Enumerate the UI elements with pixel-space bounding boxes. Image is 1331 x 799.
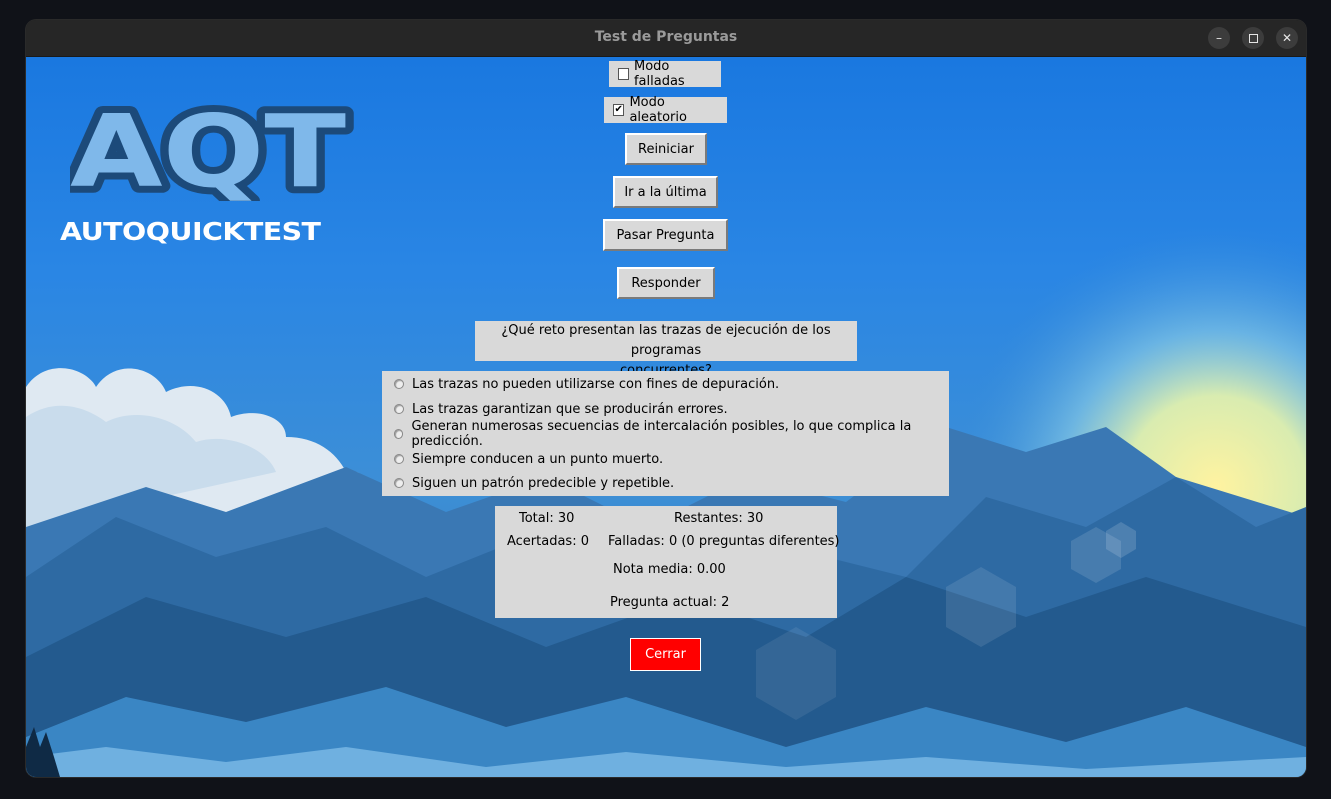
aqt-logo: AQT AQT [70, 101, 353, 201]
responder-button[interactable]: Responder [617, 267, 715, 299]
autoquicktest-wordmark: AUTOQUICKTEST [60, 217, 321, 246]
modo-falladas-label: Modo falladas [633, 59, 685, 89]
app-window: Test de Preguntas – ✕ AQT AQT AUTOQUICKT… [26, 20, 1306, 777]
pasar-pregunta-button[interactable]: Pasar Pregunta [603, 219, 728, 251]
checkbox-checked-icon: ✔ [613, 104, 625, 116]
stat-restantes: Restantes: 30 [674, 511, 764, 526]
main-content: AQT AQT AUTOQUICKTEST Modo falladas ✔ Mo… [26, 57, 1306, 777]
question-line-1: ¿Qué reto presentan las trazas de ejecuc… [501, 323, 831, 358]
question-text: ¿Qué reto presentan las trazas de ejecuc… [475, 321, 857, 378]
radio-icon [394, 379, 404, 389]
reiniciar-button[interactable]: Reiniciar [625, 133, 707, 165]
stat-acertadas: Acertadas: 0 [507, 534, 589, 549]
modo-aleatorio-checkbox[interactable]: ✔ Modo aleatorio [604, 95, 727, 125]
radio-icon [394, 429, 404, 439]
stat-falladas: Falladas: 0 (0 preguntas diferentes) [608, 534, 840, 549]
modo-aleatorio-label: Modo aleatorio [629, 95, 687, 125]
ir-a-la-ultima-button[interactable]: Ir a la última [613, 176, 718, 208]
title-bar: Test de Preguntas – ✕ [26, 20, 1306, 57]
answer-option-label: Generan numerosas secuencias de intercal… [411, 419, 912, 449]
stat-nota-media: Nota media: 0.00 [613, 562, 726, 577]
answer-option-label: Las trazas garantizan que se producirán … [412, 401, 728, 417]
stat-total: Total: 30 [519, 511, 575, 526]
stats-panel: Total: 30 Restantes: 30 Acertadas: 0 Fal… [495, 506, 840, 618]
cerrar-button[interactable]: Cerrar [630, 638, 701, 671]
stat-pregunta-actual: Pregunta actual: 2 [610, 595, 730, 610]
answer-option-label: Siempre conducen a un punto muerto. [412, 451, 664, 467]
window-title: Test de Preguntas [594, 29, 738, 45]
radio-icon [394, 478, 404, 488]
answer-option[interactable]: Siguen un patrón predecible y repetible. [394, 473, 674, 493]
svg-text:AQT: AQT [70, 101, 346, 201]
answer-option-label: Las trazas no pueden utilizarse con fine… [412, 376, 780, 392]
answer-option[interactable]: Las trazas garantizan que se producirán … [394, 399, 728, 419]
radio-icon [394, 404, 404, 414]
answer-option[interactable]: Generan numerosas secuencias de intercal… [394, 419, 949, 449]
maximize-icon[interactable] [1242, 27, 1264, 49]
minimize-icon[interactable]: – [1208, 27, 1230, 49]
close-icon[interactable]: ✕ [1276, 27, 1298, 49]
answer-option[interactable]: Las trazas no pueden utilizarse con fine… [394, 374, 779, 394]
checkbox-unchecked-icon [618, 68, 629, 80]
answer-option-label: Siguen un patrón predecible y repetible. [412, 475, 675, 491]
answer-option[interactable]: Siempre conducen a un punto muerto. [394, 449, 663, 469]
modo-falladas-checkbox[interactable]: Modo falladas [609, 59, 721, 89]
answer-options: Las trazas no pueden utilizarse con fine… [382, 371, 949, 496]
radio-icon [394, 454, 404, 464]
